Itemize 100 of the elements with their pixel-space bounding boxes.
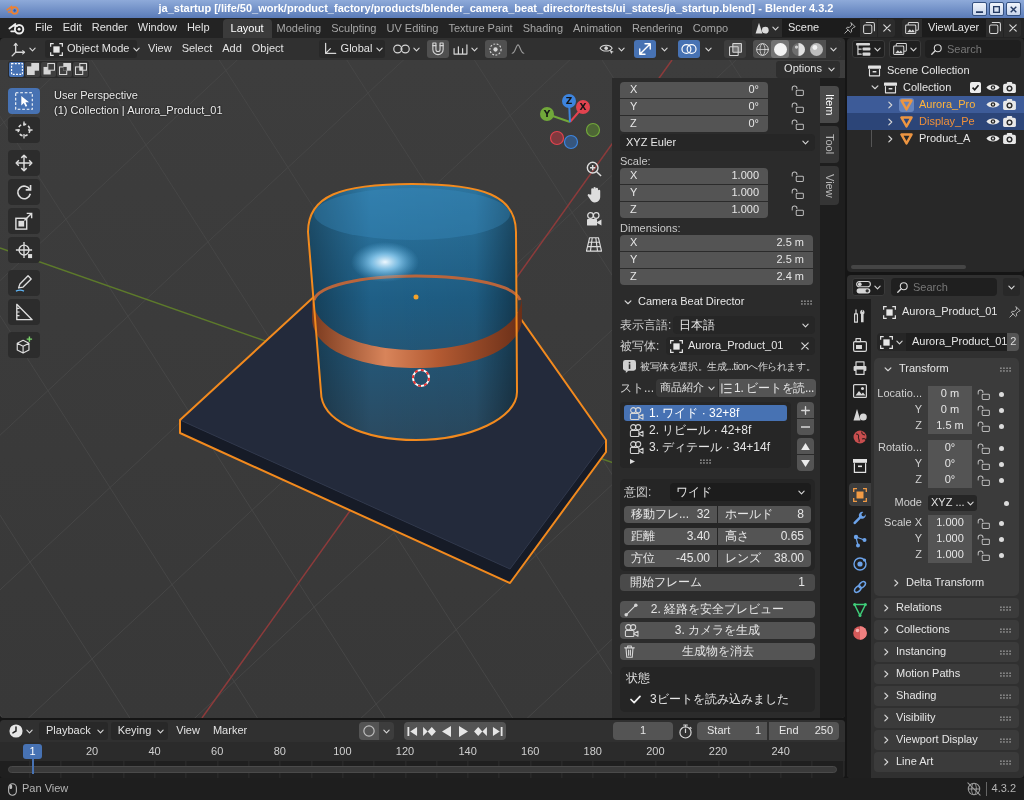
scene-name-field[interactable]: Scene (782, 19, 860, 37)
scrollbar[interactable] (8, 766, 837, 773)
menu-item[interactable]: Edit (57, 19, 87, 37)
view-layer-name-field[interactable]: ViewLayer (922, 19, 986, 37)
editor-type-button[interactable] (852, 278, 885, 296)
number-field[interactable]: ホールド 8 (718, 506, 811, 523)
panel-header[interactable]: Visibility (874, 708, 1019, 728)
object-field[interactable]: Aurora_Product_01 (666, 337, 815, 355)
transform-tool[interactable] (8, 237, 40, 263)
select-box-tool[interactable] (8, 88, 40, 114)
name-field[interactable]: Aurora_Product_01 (906, 333, 1008, 351)
add-cube-tool[interactable] (8, 332, 40, 358)
keyframe-dot-icon[interactable] (999, 520, 1004, 526)
keyframe-dot-icon[interactable] (999, 536, 1004, 542)
grip-icon[interactable] (1000, 737, 1011, 743)
grip-icon[interactable] (700, 458, 711, 464)
menu-item[interactable]: Add (217, 40, 247, 58)
keyframe-dot-icon[interactable] (999, 391, 1004, 397)
preview-range-button[interactable] (676, 722, 694, 740)
camera-icon[interactable] (1003, 99, 1016, 110)
grip-icon[interactable] (1000, 649, 1011, 655)
maximize-button[interactable] (989, 2, 1004, 16)
workspace-tab[interactable]: Sculpting (326, 19, 382, 38)
padlock-icon[interactable] (791, 187, 804, 199)
data-browse-button[interactable] (877, 333, 906, 351)
padlock-icon[interactable] (977, 517, 990, 529)
checkbox-checked-icon[interactable] (970, 82, 981, 93)
padlock-icon[interactable] (977, 388, 990, 400)
orientation-dropdown[interactable]: Global (318, 40, 385, 58)
negative-axis-button[interactable] (585, 122, 601, 138)
number-field[interactable]: Y 0° (620, 99, 768, 115)
padlock-icon[interactable] (977, 404, 990, 416)
menu-item[interactable]: Marker (207, 722, 253, 740)
sidebar-tab[interactable]: View (820, 165, 839, 206)
number-field[interactable]: Z 0° (620, 116, 768, 132)
panel-header[interactable]: Shading (874, 686, 1019, 706)
outliner-item[interactable]: Collection (847, 79, 1024, 96)
number-field[interactable]: X 2.5 m (620, 235, 813, 251)
number-field[interactable]: 0° (928, 456, 972, 472)
number-field[interactable]: Y 1.000 (620, 185, 768, 201)
shading-options-dropdown[interactable] (826, 40, 841, 58)
panel-header[interactable]: Line Art (874, 752, 1019, 772)
cross-icon[interactable] (801, 342, 809, 350)
keyframe-dot-icon[interactable] (999, 461, 1004, 467)
padlock-icon[interactable] (791, 170, 804, 182)
padlock-icon[interactable] (791, 84, 804, 96)
menu-item[interactable]: Render (86, 19, 133, 37)
z-axis-button[interactable]: Z (562, 94, 576, 123)
language-dropdown[interactable]: 日本語 (673, 316, 815, 334)
outliner-item[interactable]: Product_A (847, 130, 1024, 147)
keyframe-dot-icon[interactable] (999, 477, 1004, 483)
camera-icon[interactable] (1003, 116, 1016, 127)
eye-icon[interactable] (986, 100, 1000, 109)
xray-toggle[interactable] (724, 40, 746, 58)
grip-icon[interactable] (801, 299, 812, 305)
cursor-tool[interactable] (8, 117, 40, 143)
menu-item[interactable]: View (143, 40, 177, 58)
grip-icon[interactable] (1000, 366, 1011, 372)
padlock-icon[interactable] (791, 101, 804, 113)
negative-axis-button[interactable] (549, 130, 565, 146)
annotate-tool[interactable] (8, 270, 40, 296)
move-up-button[interactable] (797, 438, 814, 454)
outliner-item[interactable]: Aurora_Pro (847, 96, 1024, 113)
beat-item[interactable]: 2. リビール · 42+8f (624, 422, 787, 438)
workspace-tab[interactable]: Layout (222, 19, 272, 38)
action-button[interactable]: 生成物を消去 (620, 643, 815, 660)
beat-item[interactable]: 3. ディテール · 34+14f (624, 439, 787, 455)
number-field[interactable]: 1.000 (928, 515, 972, 531)
menu-item[interactable]: File (30, 19, 58, 37)
number-field[interactable]: 0 m (928, 386, 972, 402)
panel-header[interactable]: Motion Paths (874, 664, 1019, 684)
padlock-icon[interactable] (977, 442, 990, 454)
view-layer-browse-button[interactable] (902, 19, 922, 37)
story-dropdown[interactable]: 商品紹介 (656, 379, 718, 397)
current-frame-field[interactable]: 1 (613, 722, 673, 740)
menu-item[interactable]: View (171, 722, 205, 740)
menu-item[interactable]: Select (176, 40, 218, 58)
display-mode-button[interactable] (889, 40, 921, 58)
number-field[interactable]: 0° (928, 440, 972, 456)
shading-button[interactable] (771, 40, 789, 58)
chevron-right-icon[interactable] (888, 117, 893, 126)
shading-button[interactable] (789, 40, 807, 58)
y-axis-button[interactable]: Y (540, 107, 571, 123)
number-field[interactable]: 開始フレーム 1 (620, 574, 815, 591)
minimize-button[interactable] (972, 2, 987, 16)
workspace-tab[interactable]: Texture Paint (443, 19, 518, 38)
eye-icon[interactable] (986, 117, 1000, 126)
outliner-item[interactable]: Scene Collection (847, 62, 1024, 79)
negative-axis-button[interactable] (563, 134, 579, 150)
keyframe-dot-icon[interactable] (999, 552, 1004, 558)
camera-icon[interactable] (1003, 82, 1016, 93)
panel-header[interactable]: Instancing (874, 642, 1019, 662)
workspace-tab[interactable]: Modeling (271, 19, 327, 38)
number-field[interactable]: 1.000 (928, 531, 972, 547)
number-field[interactable]: 0 m (928, 402, 972, 418)
workspace-tab[interactable]: Rendering (626, 19, 688, 38)
overlay-toggle[interactable] (678, 40, 700, 58)
search-field[interactable]: Search (891, 278, 997, 296)
number-field[interactable]: 方位 -45.00 (624, 550, 717, 567)
number-field[interactable]: 移動フレ... 32 (624, 506, 717, 523)
